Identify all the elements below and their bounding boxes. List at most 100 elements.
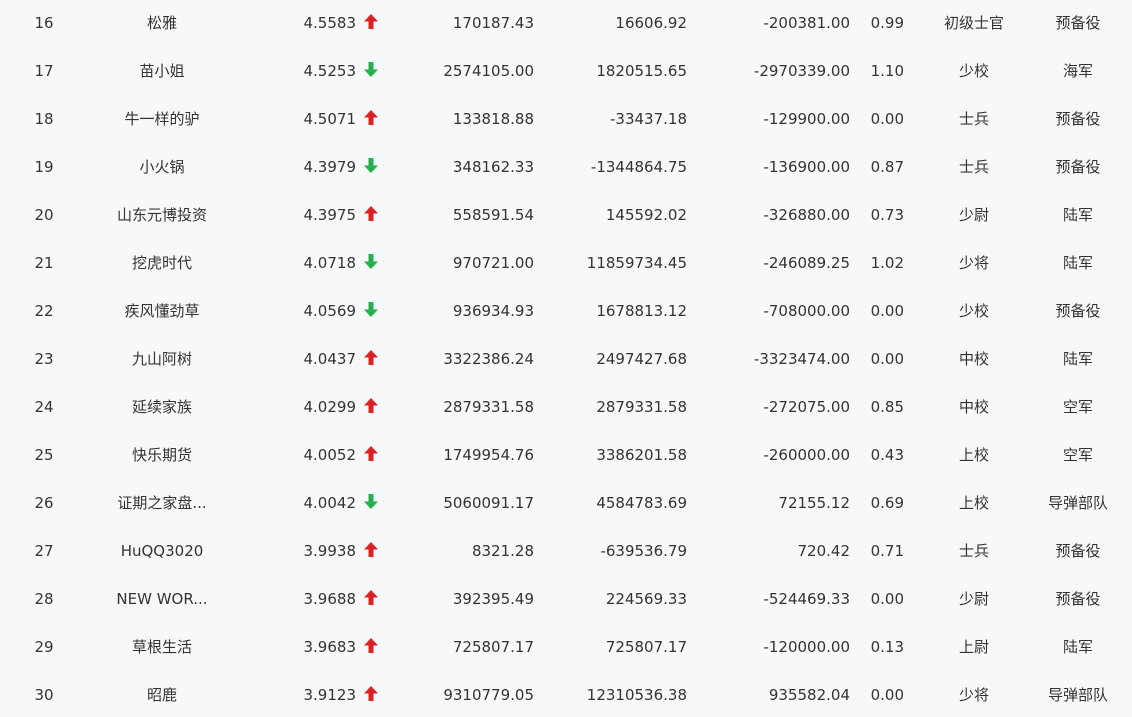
rank-cell: 20 bbox=[34, 206, 54, 224]
value-1-cell: 133818.88 bbox=[452, 110, 534, 128]
rank-cell: 16 bbox=[34, 14, 54, 32]
score-cell: 3.9688 bbox=[303, 590, 357, 608]
score-cell: 4.0569 bbox=[303, 302, 357, 320]
ratio-cell: 0.00 bbox=[870, 302, 904, 320]
table-row[interactable]: 21 挖虎时代 4.0718 970721.00 11859734.45 -24… bbox=[0, 240, 1132, 288]
military-rank-cell: 少将 bbox=[958, 254, 989, 272]
trader-name-link[interactable]: 小火锅 bbox=[100, 144, 224, 192]
arrow-up-icon bbox=[364, 349, 378, 365]
ratio-cell: 0.85 bbox=[870, 398, 904, 416]
value-3-cell: -272075.00 bbox=[763, 398, 850, 416]
trader-name-link[interactable]: 牛一样的驴 bbox=[100, 96, 224, 144]
trader-name-link[interactable]: HuQQ3020 bbox=[100, 528, 224, 576]
military-rank-cell: 少将 bbox=[958, 686, 989, 704]
value-3-cell: -200381.00 bbox=[763, 14, 850, 32]
rank-cell: 25 bbox=[34, 446, 54, 464]
trader-name-link[interactable]: 苗小姐 bbox=[100, 48, 224, 96]
rank-cell: 21 bbox=[34, 254, 54, 272]
arrow-up-icon bbox=[364, 445, 378, 461]
score-cell: 3.9683 bbox=[303, 638, 357, 656]
value-2-cell: -1344864.75 bbox=[590, 158, 687, 176]
trader-name-link[interactable]: 山东元博投资 bbox=[100, 192, 224, 240]
ratio-cell: 0.69 bbox=[870, 494, 904, 512]
military-rank-cell: 士兵 bbox=[958, 110, 989, 128]
rank-cell: 22 bbox=[34, 302, 54, 320]
military-rank-cell: 上校 bbox=[958, 494, 989, 512]
value-2-cell: 1820515.65 bbox=[596, 62, 687, 80]
military-rank-cell: 少校 bbox=[958, 62, 989, 80]
military-rank-cell: 少尉 bbox=[958, 206, 989, 224]
ratio-cell: 0.71 bbox=[870, 542, 904, 560]
trader-name-link[interactable]: 证期之家盘... bbox=[100, 480, 224, 528]
value-1-cell: 2879331.58 bbox=[443, 398, 534, 416]
value-2-cell: 145592.02 bbox=[605, 206, 687, 224]
value-3-cell: -3323474.00 bbox=[753, 350, 850, 368]
military-rank-cell: 中校 bbox=[958, 350, 989, 368]
military-rank-cell: 初级士官 bbox=[943, 14, 1004, 32]
table-row[interactable]: 23 九山阿树 4.0437 3322386.24 2497427.68 -33… bbox=[0, 336, 1132, 384]
ratio-cell: 0.43 bbox=[870, 446, 904, 464]
branch-cell: 预备役 bbox=[1055, 158, 1101, 176]
value-1-cell: 392395.49 bbox=[452, 590, 534, 608]
branch-cell: 陆军 bbox=[1062, 206, 1093, 224]
table-row[interactable]: 17 苗小姐 4.5253 2574105.00 1820515.65 -297… bbox=[0, 48, 1132, 96]
branch-cell: 预备役 bbox=[1055, 110, 1101, 128]
table-row[interactable]: 27 HuQQ3020 3.9938 8321.28 -639536.79 72… bbox=[0, 528, 1132, 576]
arrow-up-icon bbox=[364, 589, 378, 605]
arrow-down-icon bbox=[364, 301, 378, 317]
value-3-cell: -260000.00 bbox=[763, 446, 850, 464]
branch-cell: 陆军 bbox=[1062, 254, 1093, 272]
trader-name-link[interactable]: 草根生活 bbox=[100, 624, 224, 672]
trader-name-link[interactable]: NEW WOR... bbox=[100, 576, 224, 624]
value-3-cell: -129900.00 bbox=[763, 110, 850, 128]
value-3-cell: -120000.00 bbox=[763, 638, 850, 656]
table-row[interactable]: 25 快乐期货 4.0052 1749954.76 3386201.58 -26… bbox=[0, 432, 1132, 480]
table-row[interactable]: 18 牛一样的驴 4.5071 133818.88 -33437.18 -129… bbox=[0, 96, 1132, 144]
value-1-cell: 348162.33 bbox=[452, 158, 534, 176]
arrow-up-icon bbox=[364, 109, 378, 125]
score-cell: 4.0718 bbox=[303, 254, 357, 272]
military-rank-cell: 上尉 bbox=[958, 638, 989, 656]
rank-cell: 27 bbox=[34, 542, 54, 560]
rank-cell: 17 bbox=[34, 62, 54, 80]
table-row[interactable]: 20 山东元博投资 4.3975 558591.54 145592.02 -32… bbox=[0, 192, 1132, 240]
trader-name-link[interactable]: 九山阿树 bbox=[100, 336, 224, 384]
table-row[interactable]: 22 疾风懂劲草 4.0569 936934.93 1678813.12 -70… bbox=[0, 288, 1132, 336]
table-row[interactable]: 16 松雅 4.5583 170187.43 16606.92 -200381.… bbox=[0, 0, 1132, 48]
rank-cell: 30 bbox=[34, 686, 54, 704]
arrow-down-icon bbox=[364, 493, 378, 509]
arrow-up-icon bbox=[364, 541, 378, 557]
trader-name-link[interactable]: 延续家族 bbox=[100, 384, 224, 432]
value-1-cell: 5060091.17 bbox=[443, 494, 534, 512]
value-3-cell: -708000.00 bbox=[763, 302, 850, 320]
table-row[interactable]: 19 小火锅 4.3979 348162.33 -1344864.75 -136… bbox=[0, 144, 1132, 192]
trader-name-link[interactable]: 松雅 bbox=[100, 0, 224, 48]
value-2-cell: -33437.18 bbox=[610, 110, 687, 128]
ratio-cell: 0.00 bbox=[870, 686, 904, 704]
table-row[interactable]: 28 NEW WOR... 3.9688 392395.49 224569.33… bbox=[0, 576, 1132, 624]
arrow-down-icon bbox=[364, 253, 378, 269]
trader-name-link[interactable]: 疾风懂劲草 bbox=[100, 288, 224, 336]
value-2-cell: 4584783.69 bbox=[596, 494, 687, 512]
score-cell: 4.5583 bbox=[303, 14, 357, 32]
table-row[interactable]: 30 昭鹿 3.9123 9310779.05 12310536.38 9355… bbox=[0, 672, 1132, 717]
branch-cell: 陆军 bbox=[1062, 350, 1093, 368]
score-cell: 4.0437 bbox=[303, 350, 357, 368]
ratio-cell: 0.87 bbox=[870, 158, 904, 176]
arrow-down-icon bbox=[364, 157, 378, 173]
table-row[interactable]: 29 草根生活 3.9683 725807.17 725807.17 -1200… bbox=[0, 624, 1132, 672]
score-cell: 4.5071 bbox=[303, 110, 357, 128]
trader-name-link[interactable]: 昭鹿 bbox=[100, 672, 224, 717]
value-1-cell: 970721.00 bbox=[452, 254, 534, 272]
value-1-cell: 170187.43 bbox=[452, 14, 534, 32]
military-rank-cell: 中校 bbox=[958, 398, 989, 416]
table-row[interactable]: 26 证期之家盘... 4.0042 5060091.17 4584783.69… bbox=[0, 480, 1132, 528]
branch-cell: 海军 bbox=[1062, 62, 1093, 80]
trader-name-link[interactable]: 挖虎时代 bbox=[100, 240, 224, 288]
table-row[interactable]: 24 延续家族 4.0299 2879331.58 2879331.58 -27… bbox=[0, 384, 1132, 432]
value-3-cell: -246089.25 bbox=[763, 254, 850, 272]
value-2-cell: 224569.33 bbox=[605, 590, 687, 608]
ratio-cell: 1.10 bbox=[870, 62, 904, 80]
trader-name-link[interactable]: 快乐期货 bbox=[100, 432, 224, 480]
branch-cell: 空军 bbox=[1062, 446, 1093, 464]
